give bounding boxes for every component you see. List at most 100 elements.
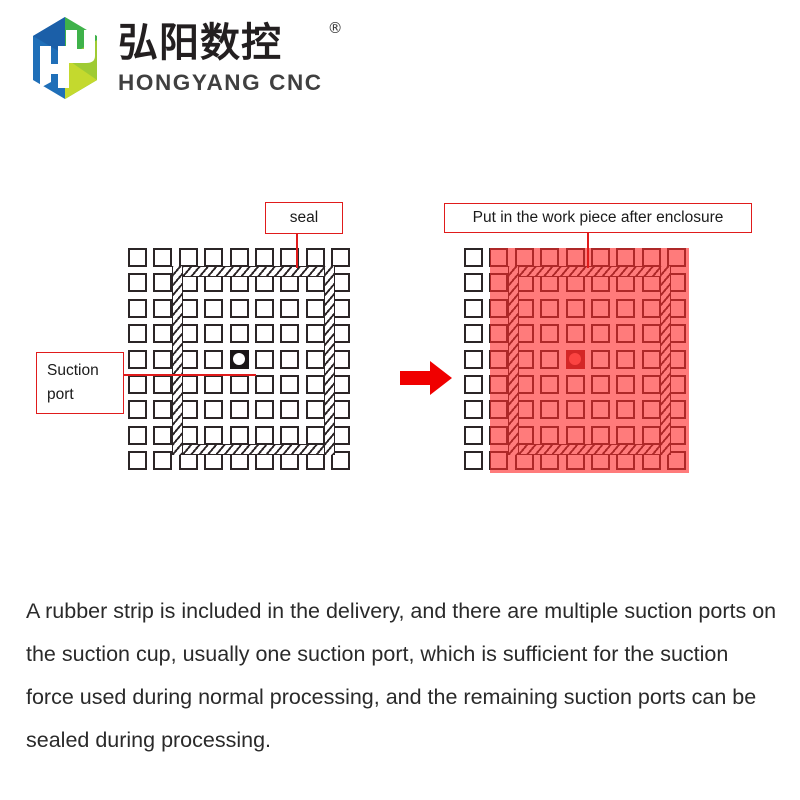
suction-cup-cell (255, 324, 274, 344)
suction-cup-cell (591, 298, 610, 318)
illustration-area: seal Suction port Put in the work piece … (0, 130, 800, 550)
brand-name-chinese: 弘阳数控 (118, 19, 282, 66)
suction-cup-cell (280, 349, 300, 369)
suction-cup-cell (305, 349, 325, 369)
suction-cup-cell (616, 298, 636, 318)
suction-cup-cell (255, 298, 274, 318)
suction-cup-cell (591, 425, 610, 445)
suction-cup-cell (489, 349, 509, 369)
suction-cup-cell (641, 375, 661, 394)
suction-cup-cell (128, 451, 147, 471)
seal-band-left (507, 266, 519, 456)
suction-cup-cell (280, 375, 300, 394)
suction-cup-cell (489, 400, 509, 420)
suction-cup-cell (464, 400, 483, 420)
suction-cup-cell (305, 375, 325, 394)
suction-cup-cell (565, 375, 585, 394)
registered-trademark-icon: ® (327, 18, 343, 37)
suction-cup-cell (153, 400, 173, 420)
suction-cup-cell (229, 324, 249, 344)
suction-port (565, 349, 585, 369)
callout-seal: seal (265, 202, 343, 234)
suction-cup-cell (305, 248, 325, 267)
suction-cup-cell (153, 375, 173, 394)
suction-cup-cell (229, 400, 249, 420)
seal-band-right (324, 266, 336, 456)
suction-cup-cell (153, 298, 173, 318)
suction-cup-cell (280, 324, 300, 344)
suction-cup-cell (128, 375, 147, 394)
suction-cup-cell (641, 248, 661, 267)
suction-cup-cell (591, 349, 610, 369)
suction-cup-cell (331, 248, 351, 267)
suction-cup-cell (565, 425, 585, 445)
suction-cup-cell (305, 298, 325, 318)
suction-port (229, 349, 249, 369)
suction-cup-cell (153, 324, 173, 344)
suction-cup-cell (489, 248, 509, 267)
suction-cup-cell (591, 248, 610, 267)
suction-cup-cell (280, 298, 300, 318)
suction-cup-cell (489, 273, 509, 293)
suction-cup-cell (667, 248, 687, 267)
suction-cup-cell (305, 400, 325, 420)
suction-cup-cell (128, 248, 147, 267)
suction-cup-cell (641, 298, 661, 318)
leader-line-seal (296, 234, 298, 268)
seal-band-bottom (171, 444, 336, 456)
callout-suction-line2: port (47, 385, 74, 403)
suction-cup-cell (128, 425, 147, 445)
suction-cup-cell (280, 425, 300, 445)
suction-cup-cell (464, 248, 483, 267)
suction-cup-cell (128, 324, 147, 344)
description-paragraph: A rubber strip is included in the delive… (26, 598, 777, 752)
suction-cup-cell (464, 298, 483, 318)
suction-cup-cell (464, 324, 483, 344)
suction-cup-cell (489, 451, 509, 471)
suction-cup-grid-left (128, 248, 351, 471)
seal-band-bottom (507, 444, 672, 456)
suction-cup-cell (229, 248, 249, 267)
suction-cup-cell (540, 349, 560, 369)
suction-cup-cell (204, 425, 224, 445)
suction-cup-cell (565, 248, 585, 267)
suction-cup-cell (280, 400, 300, 420)
suction-cup-cell (128, 400, 147, 420)
process-arrow-icon (400, 361, 452, 395)
page-header: 弘阳数控 ® HONGYANG CNC (0, 0, 800, 122)
suction-cup-cell (540, 324, 560, 344)
suction-cup-cell (128, 298, 147, 318)
suction-cup-cell (204, 324, 224, 344)
suction-cup-cell (616, 248, 636, 267)
brand-name-english: HONGYANG CNC (118, 69, 323, 95)
suction-cup-cell (489, 298, 509, 318)
suction-cup-cell (540, 298, 560, 318)
suction-cup-cell (489, 375, 509, 394)
suction-cup-cell (489, 425, 509, 445)
hexagon-hy-logo-icon (33, 17, 97, 99)
suction-cup-cell (153, 248, 173, 267)
callout-workpiece: Put in the work piece after enclosure (444, 203, 752, 233)
suction-cup-cell (204, 400, 224, 420)
suction-cup-cell (153, 273, 173, 293)
suction-cup-cell (464, 349, 483, 369)
suction-cup-cell (255, 248, 274, 267)
suction-cup-cell (464, 273, 483, 293)
suction-cup-cell (153, 349, 173, 369)
suction-cup-cell (565, 324, 585, 344)
suction-cup-cell (464, 375, 483, 394)
suction-cup-cell (616, 324, 636, 344)
seal-band-top (171, 266, 336, 278)
suction-cup-cell (540, 425, 560, 445)
suction-cup-cell (229, 425, 249, 445)
suction-cup-cell (464, 451, 483, 471)
suction-cup-cell (128, 349, 147, 369)
seal-band-right (660, 266, 672, 456)
suction-cup-cell (204, 349, 224, 369)
suction-cup-cell (204, 298, 224, 318)
suction-cup-cell (565, 298, 585, 318)
suction-cup-cell (616, 425, 636, 445)
suction-cup-cell (153, 425, 173, 445)
suction-cup-cell (591, 375, 610, 394)
callout-workpiece-label: Put in the work piece after enclosure (472, 209, 724, 226)
